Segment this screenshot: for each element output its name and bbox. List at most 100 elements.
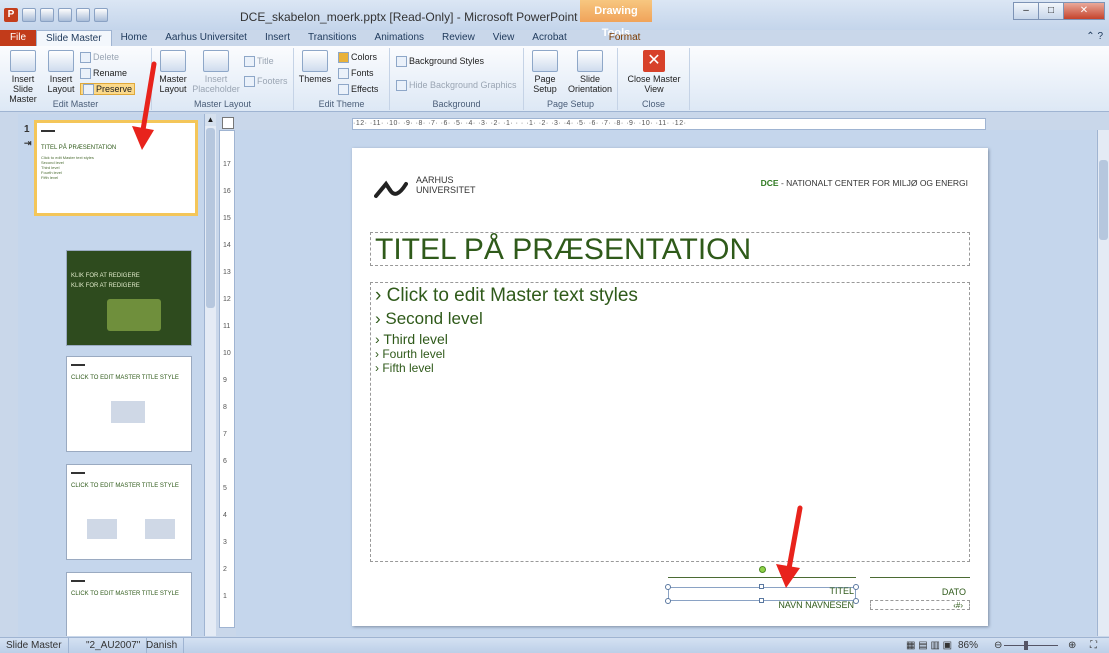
insert-layout-button[interactable]: Insert Layout bbox=[46, 50, 76, 94]
text-level-4: › Fourth level bbox=[375, 347, 446, 361]
rotation-handle[interactable] bbox=[759, 566, 766, 573]
thumbnail-layout-2[interactable]: KLIK FOR AT REDIGERE KLIK FOR AT REDIGER… bbox=[66, 250, 192, 346]
checkbox-icon bbox=[244, 76, 255, 88]
body-placeholder[interactable]: › Click to edit Master text styles › Sec… bbox=[370, 282, 970, 562]
zoom-level[interactable]: 86% bbox=[958, 638, 978, 653]
thumbnail-layout-4[interactable]: CLICK TO EDIT MASTER TITLE STYLE bbox=[66, 464, 192, 560]
tab-home[interactable]: Home bbox=[112, 30, 157, 46]
placeholder-icon bbox=[203, 50, 229, 72]
close-master-view-button[interactable]: ✕ Close Master View bbox=[624, 50, 684, 94]
title-bar: P DCE_skabelon_moerk.pptx [Read-Only] - … bbox=[0, 0, 1109, 39]
fonts-button[interactable]: Fonts bbox=[338, 68, 374, 80]
effects-button[interactable]: Effects bbox=[338, 84, 378, 96]
preserve-icon bbox=[83, 84, 94, 96]
delete-button[interactable]: Delete bbox=[80, 52, 119, 64]
quick-access-toolbar: P bbox=[4, 8, 108, 22]
zoom-in-icon[interactable]: ⊕ bbox=[1062, 638, 1082, 653]
thumbnail-layout-3[interactable]: CLICK TO EDIT MASTER TITLE STYLE bbox=[66, 356, 192, 452]
title-placeholder[interactable]: TITEL PÅ PRÆSENTATION bbox=[370, 232, 970, 266]
themes-button[interactable]: Themes bbox=[298, 50, 332, 84]
slide-number-placeholder[interactable]: ‹#› bbox=[870, 600, 970, 610]
zoom-slider-thumb[interactable] bbox=[1024, 641, 1028, 650]
insert-slide-master-button[interactable]: Insert Slide Master bbox=[2, 50, 44, 104]
scroll-handle[interactable] bbox=[1099, 160, 1108, 240]
tab-review[interactable]: Review bbox=[433, 30, 484, 46]
thumbnail-slide-master[interactable]: TITEL PÅ PRÆSENTATION Click to edit Mast… bbox=[34, 120, 198, 216]
status-bar: Slide Master "2_AU2007" Danish ▦ ▤ ▥ ▣ 8… bbox=[0, 637, 1109, 653]
footers-checkbox[interactable]: Footers bbox=[244, 76, 288, 88]
powerpoint-app-icon[interactable]: P bbox=[4, 8, 18, 22]
logo-icon bbox=[71, 469, 85, 474]
fonts-icon bbox=[338, 68, 349, 80]
footer-name: NAVN NAVNESEN bbox=[778, 600, 854, 610]
ruler-tick-label: 7 bbox=[223, 431, 227, 438]
thumb-body: Click to edit Master text styles Second … bbox=[41, 155, 94, 180]
fit-slide-icon[interactable]: ⛶ bbox=[1084, 638, 1103, 653]
background-styles-icon bbox=[396, 56, 407, 68]
rename-icon bbox=[80, 68, 91, 80]
ruler-tick-label: 14 bbox=[223, 242, 231, 249]
save-icon[interactable] bbox=[22, 8, 36, 22]
thumb-title: TITEL PÅ PRÆSENTATION bbox=[41, 145, 117, 151]
text-level-3: › Third level bbox=[375, 331, 448, 347]
tab-transitions[interactable]: Transitions bbox=[299, 30, 366, 46]
help-icon[interactable]: ⌃ ? bbox=[1086, 31, 1103, 42]
ruler-tick-label: 11 bbox=[223, 323, 231, 330]
preserve-button[interactable]: Preserve bbox=[80, 83, 136, 96]
maximize-button[interactable]: □ bbox=[1038, 2, 1064, 20]
footer-date[interactable]: DATO bbox=[870, 587, 970, 597]
colors-button[interactable]: Colors bbox=[338, 52, 377, 64]
tab-stop-selector[interactable] bbox=[222, 117, 234, 129]
status-theme[interactable]: "2_AU2007" bbox=[80, 638, 148, 653]
rename-button[interactable]: Rename bbox=[80, 68, 127, 80]
slide-orientation-button[interactable]: Slide Orientation bbox=[564, 50, 616, 94]
insert-placeholder-button[interactable]: Insert Placeholder bbox=[192, 50, 240, 94]
text-level-1: › Click to edit Master text styles bbox=[375, 285, 638, 306]
ruler-tick-label: 16 bbox=[223, 188, 231, 195]
tab-slide-master[interactable]: Slide Master bbox=[36, 30, 112, 46]
footer-divider bbox=[668, 577, 856, 578]
thumbnail-pane[interactable]: 1 ⇥ TITEL PÅ PRÆSENTATION Click to edit … bbox=[18, 114, 214, 636]
ribbon: Insert Slide Master Insert Layout Delete… bbox=[0, 46, 1109, 112]
slide-master-canvas[interactable]: AARHUS UNIVERSITET DCE - NATIONALT CENTE… bbox=[352, 148, 988, 626]
page-setup-button[interactable]: Page Setup bbox=[528, 50, 562, 94]
ruler-tick-label: 10 bbox=[223, 350, 231, 357]
dce-header: DCE - NATIONALT CENTER FOR MILJØ OG ENER… bbox=[760, 178, 968, 188]
minimize-button[interactable]: – bbox=[1013, 2, 1039, 20]
tab-file[interactable]: File bbox=[0, 30, 36, 46]
tab-animations[interactable]: Animations bbox=[366, 30, 433, 46]
undo-icon[interactable] bbox=[40, 8, 54, 22]
print-icon[interactable] bbox=[76, 8, 90, 22]
thumb-title: CLICK TO EDIT MASTER TITLE STYLE bbox=[71, 375, 179, 381]
logo-icon bbox=[41, 127, 55, 132]
tab-view[interactable]: View bbox=[484, 30, 524, 46]
ruler-tick-label: 3 bbox=[223, 539, 227, 546]
text-level-2: › Second level bbox=[375, 309, 483, 328]
tab-insert[interactable]: Insert bbox=[256, 30, 299, 46]
zoom-slider[interactable] bbox=[1004, 645, 1058, 646]
redo-icon[interactable] bbox=[58, 8, 72, 22]
status-language[interactable]: Danish bbox=[140, 638, 185, 653]
logo-icon bbox=[71, 577, 85, 582]
ruler-tick-label: 2 bbox=[223, 566, 227, 573]
slide-number: 1 bbox=[24, 124, 30, 135]
hide-background-graphics-checkbox[interactable]: Hide Background Graphics bbox=[396, 80, 517, 92]
status-view: Slide Master bbox=[0, 638, 69, 653]
tab-format[interactable]: Format bbox=[600, 30, 650, 46]
slide-orientation-icon bbox=[577, 50, 603, 72]
tab-aarhus-universitet[interactable]: Aarhus Universitet bbox=[156, 30, 256, 46]
scroll-up-icon[interactable]: ▲ bbox=[205, 114, 216, 126]
master-link-icon: ⇥ bbox=[24, 138, 32, 148]
background-styles-button[interactable]: Background Styles bbox=[396, 56, 484, 68]
open-icon[interactable] bbox=[94, 8, 108, 22]
group-page-setup: Page Setup Slide Orientation Page Setup bbox=[524, 48, 618, 110]
tab-acrobat[interactable]: Acrobat bbox=[523, 30, 575, 46]
thumbnail-scrollbar[interactable]: ▲ bbox=[204, 114, 216, 636]
view-buttons-icon[interactable]: ▦ ▤ ▥ ▣ bbox=[900, 638, 958, 653]
scroll-handle[interactable] bbox=[206, 128, 215, 308]
title-checkbox[interactable]: Title bbox=[244, 56, 274, 68]
editing-scrollbar[interactable] bbox=[1097, 130, 1109, 636]
close-window-button[interactable]: ✕ bbox=[1063, 2, 1105, 20]
ribbon-tabs: File Slide Master Home Aarhus Universite… bbox=[0, 30, 1109, 46]
thumbnail-layout-5[interactable]: CLICK TO EDIT MASTER TITLE STYLE bbox=[66, 572, 192, 636]
